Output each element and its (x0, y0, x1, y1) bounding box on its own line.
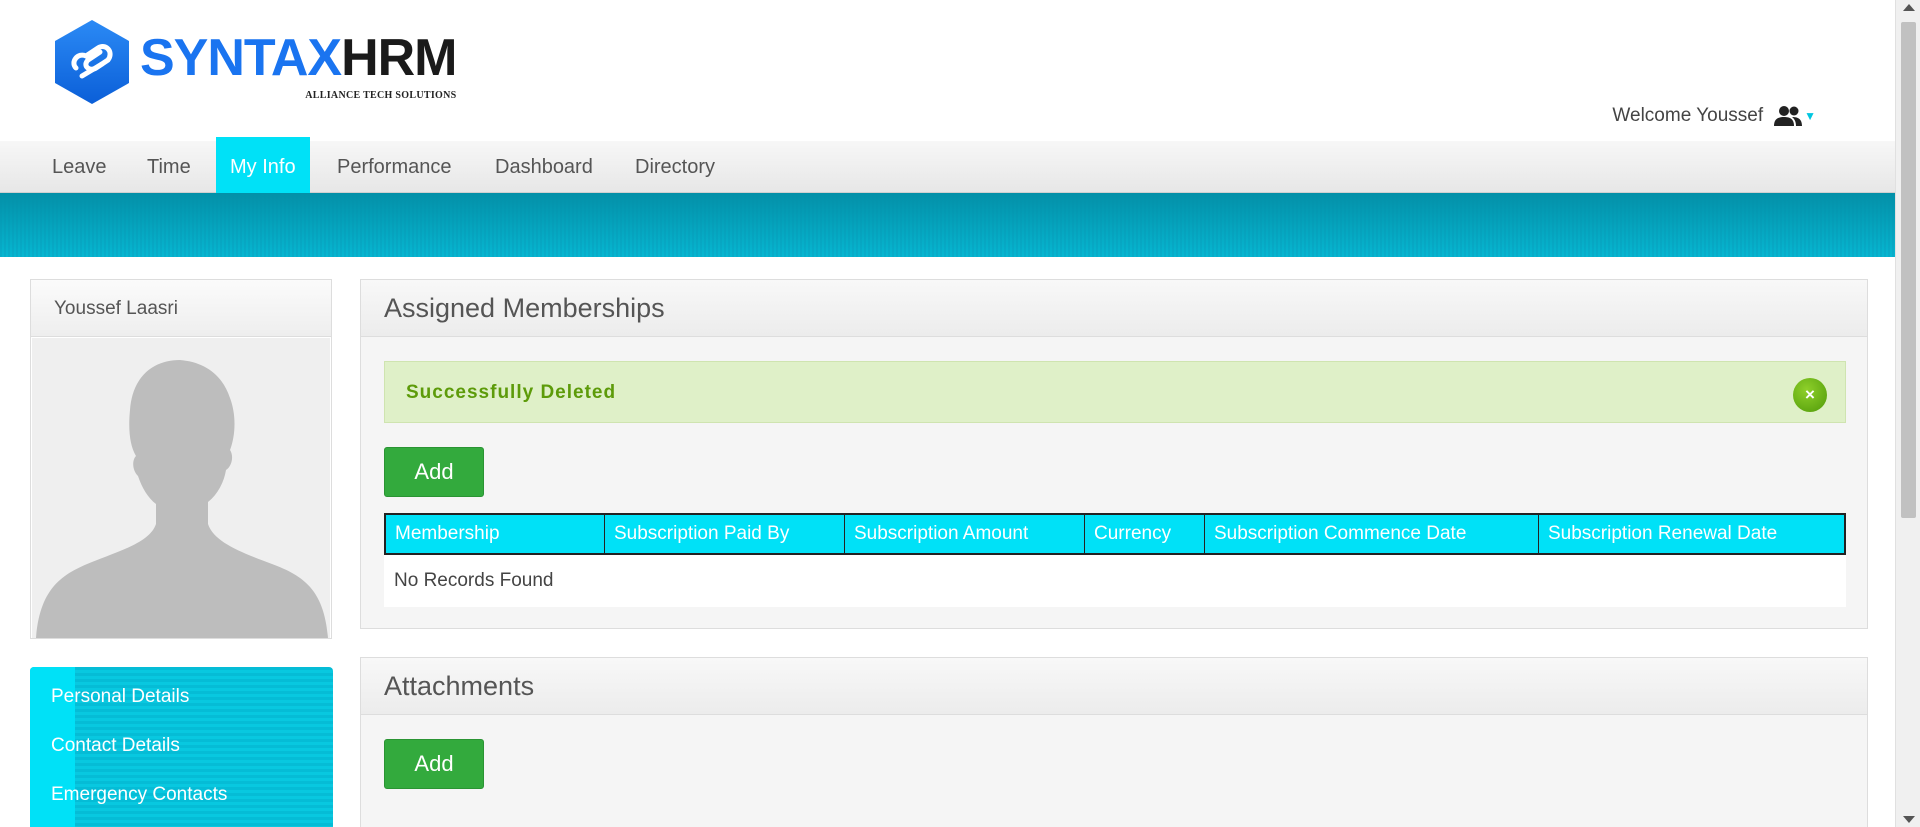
column-header[interactable]: Currency (1085, 515, 1205, 553)
profile-photo[interactable] (32, 338, 330, 638)
column-header[interactable]: Subscription Amount (845, 515, 1085, 553)
side-item-personal-details[interactable]: Personal Details (51, 686, 189, 708)
side-item-emergency-contacts[interactable]: Emergency Contacts (51, 784, 227, 806)
page-scrollbar[interactable] (1895, 0, 1920, 827)
add-attachment-button[interactable]: Add (384, 739, 484, 789)
nav-item-dashboard[interactable]: Dashboard (481, 141, 607, 193)
logo-hexagon-icon (55, 20, 129, 104)
welcome-menu[interactable]: Welcome Youssef ▼ (1612, 105, 1816, 127)
attachments-panel: Attachments Add (360, 657, 1868, 827)
main-nav: Leave Time My Info Performance Dashboard… (0, 137, 1895, 197)
logo[interactable]: SYNTAXHRM ALLIANCE TECH SOLUTIONS (52, 18, 457, 106)
logo-text: SYNTAXHRM ALLIANCE TECH SOLUTIONS (140, 32, 457, 101)
alert-message: Successfully Deleted (406, 382, 617, 403)
header: SYNTAXHRM ALLIANCE TECH SOLUTIONS Welcom… (0, 0, 1895, 141)
column-header[interactable]: Membership (386, 515, 605, 553)
logo-word-left: SYNTAX (140, 29, 342, 87)
logo-word-right: HRM (341, 29, 457, 87)
empty-state-text: No Records Found (394, 570, 554, 591)
column-header[interactable]: Subscription Commence Date (1205, 515, 1539, 553)
nav-item-my-info[interactable]: My Info (216, 137, 310, 197)
caret-down-icon[interactable]: ▼ (1804, 109, 1816, 123)
memberships-title: Assigned Memberships (361, 280, 1867, 337)
scroll-down-arrow-icon[interactable] (1903, 816, 1915, 823)
profile-card: Youssef Laasri (30, 279, 332, 639)
scrollbar-thumb[interactable] (1901, 22, 1916, 518)
memberships-panel: Assigned Memberships Successfully Delete… (360, 279, 1868, 629)
success-alert: Successfully Deleted × (384, 361, 1846, 423)
nav-item-leave[interactable]: Leave (38, 141, 121, 193)
table-header: Membership Subscription Paid By Subscrip… (384, 513, 1846, 555)
memberships-table: Membership Subscription Paid By Subscrip… (384, 513, 1846, 607)
nav-item-performance[interactable]: Performance (323, 141, 466, 193)
nav-item-directory[interactable]: Directory (621, 141, 729, 193)
add-membership-button[interactable]: Add (384, 447, 484, 497)
welcome-text: Welcome Youssef (1612, 105, 1764, 126)
header-banner (0, 193, 1895, 257)
side-menu: Personal Details Contact Details Emergen… (30, 667, 333, 827)
logo-subtitle: ALLIANCE TECH SOLUTIONS (305, 90, 457, 101)
close-icon[interactable]: × (1793, 378, 1827, 412)
side-item-contact-details[interactable]: Contact Details (51, 735, 180, 757)
avatar-placeholder-icon (36, 360, 328, 638)
nav-item-time[interactable]: Time (133, 141, 205, 193)
attachments-title: Attachments (361, 658, 1867, 715)
column-header[interactable]: Subscription Paid By (605, 515, 845, 553)
profile-name: Youssef Laasri (31, 280, 331, 337)
column-header[interactable]: Subscription Renewal Date (1539, 515, 1844, 553)
users-icon (1774, 106, 1803, 126)
scroll-up-arrow-icon[interactable] (1903, 4, 1915, 11)
table-body: No Records Found (384, 555, 1846, 607)
